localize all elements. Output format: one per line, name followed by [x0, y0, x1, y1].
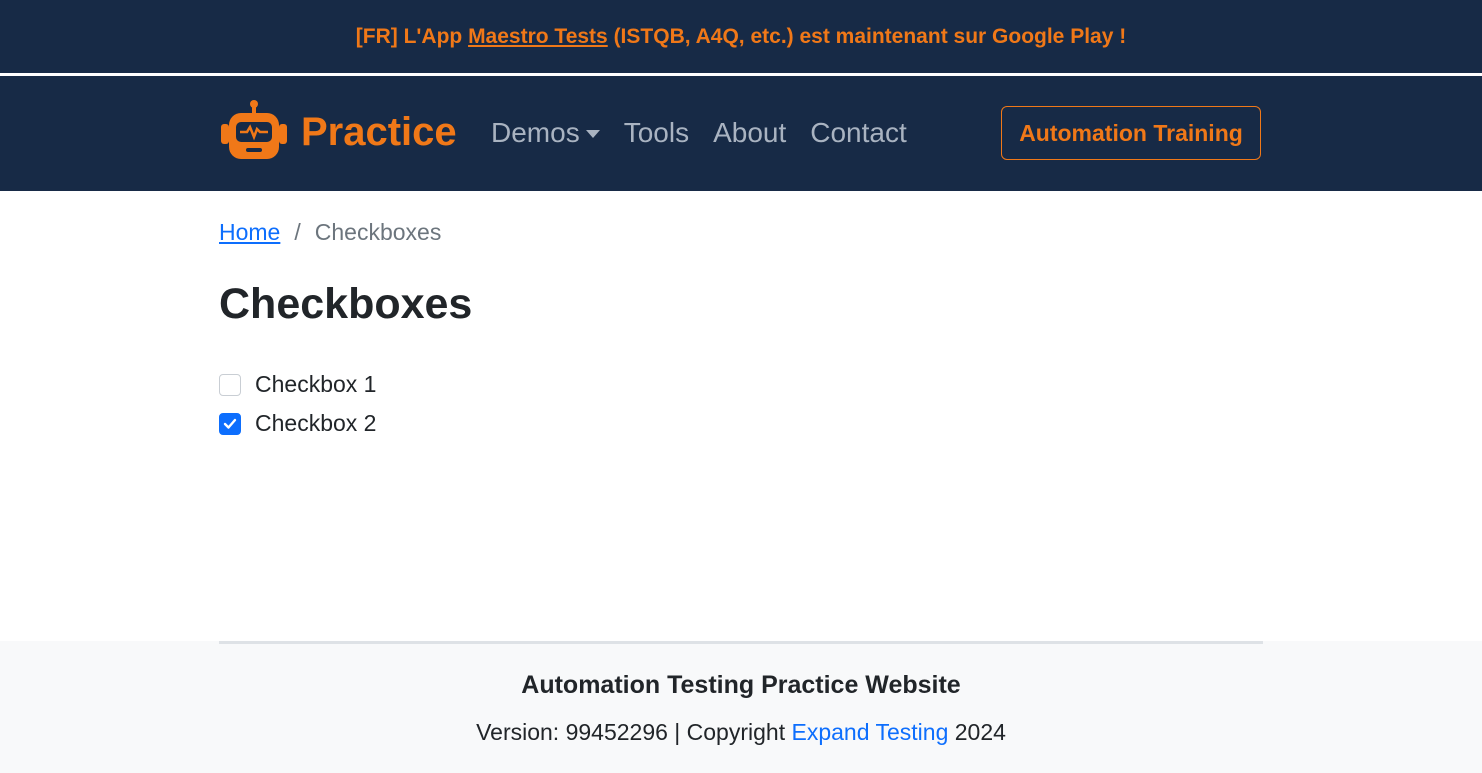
- robot-icon: [219, 98, 289, 167]
- checkbox-1-label: Checkbox 1: [255, 371, 377, 397]
- nav-contact[interactable]: Contact: [810, 117, 907, 149]
- checkbox-row-2: Checkbox 2: [219, 410, 376, 437]
- banner-app-link[interactable]: Maestro Tests: [468, 25, 608, 49]
- chevron-down-icon: [585, 130, 600, 138]
- breadcrumb: Home / Checkboxes: [219, 219, 441, 246]
- checkbox-2-label: Checkbox 2: [255, 410, 377, 436]
- checkbox-1[interactable]: [219, 373, 241, 396]
- nav-demos-label: Demos: [491, 117, 580, 148]
- footer-year: 2024: [948, 719, 1006, 745]
- footer-title: Automation Testing Practice Website: [521, 671, 961, 699]
- breadcrumb-current: Checkboxes: [314, 219, 442, 245]
- nav-about[interactable]: About: [713, 117, 786, 149]
- banner-prefix: [FR] L'App: [355, 24, 469, 48]
- brand-link[interactable]: Practice: [219, 98, 457, 167]
- banner-suffix: (ISTQB, A4Q, etc.) est maintenant sur Go…: [607, 24, 1127, 48]
- automation-training-button[interactable]: Automation Training: [1001, 106, 1261, 160]
- footer-version: Version: 99452296 | Copyright: [476, 719, 792, 745]
- checkmark-icon: [223, 418, 237, 429]
- footer-divider: [219, 641, 1263, 644]
- expand-testing-link[interactable]: Expand Testing: [792, 719, 949, 745]
- main-navbar: Practice Demos Tools About Contact Autom…: [0, 76, 1482, 191]
- breadcrumb-home-link[interactable]: Home: [219, 219, 280, 246]
- brand-name: Practice: [301, 110, 457, 154]
- page-title: Checkboxes: [219, 280, 473, 328]
- nav-demos-dropdown[interactable]: Demos: [491, 117, 600, 149]
- breadcrumb-separator: /: [294, 219, 301, 245]
- footer-copyright: Version: 99452296 | Copyright Expand Tes…: [0, 719, 1482, 746]
- announcement-banner: [FR] L'App Maestro Tests (ISTQB, A4Q, et…: [0, 0, 1482, 73]
- page-footer: Automation Testing Practice Website Vers…: [0, 641, 1482, 773]
- checkbox-2[interactable]: [219, 412, 241, 435]
- checkbox-row-1: Checkbox 1: [219, 371, 376, 398]
- nav-links: Demos Tools About Contact: [491, 117, 931, 149]
- nav-tools[interactable]: Tools: [624, 117, 689, 149]
